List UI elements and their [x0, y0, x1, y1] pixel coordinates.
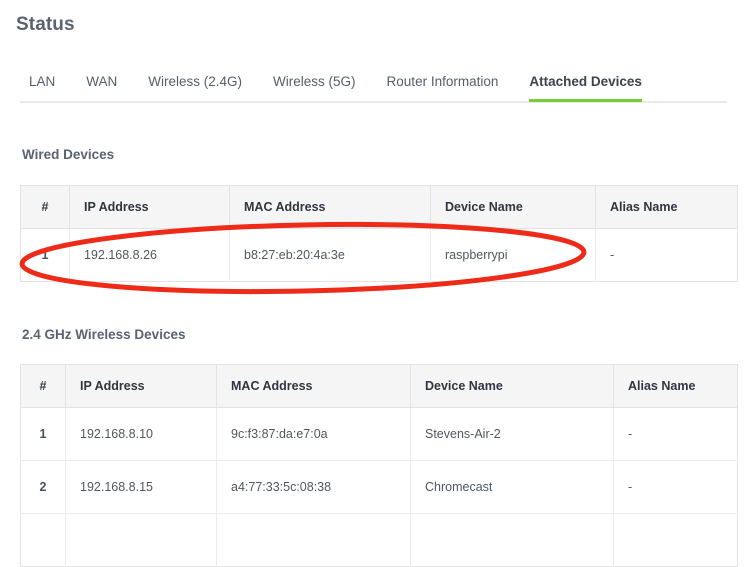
tab-wireless-24g[interactable]: Wireless (2.4G): [148, 72, 242, 102]
table-header: # IP Address MAC Address Device Name Ali…: [20, 185, 738, 229]
cell-device-name: [410, 513, 614, 567]
section-heading-24ghz-wireless-devices: 2.4 GHz Wireless Devices: [22, 327, 186, 342]
tab-attached-devices[interactable]: Attached Devices: [529, 72, 642, 102]
cell-number: 1: [20, 407, 66, 461]
column-header-mac-address: MAC Address: [229, 185, 431, 229]
cell-ip-address: 192.168.8.10: [65, 407, 217, 461]
cell-device-name: Chromecast: [410, 460, 614, 514]
page-title: Status: [16, 14, 75, 35]
column-header-device-name: Device Name: [430, 185, 596, 229]
column-header-number: #: [20, 364, 66, 408]
tab-wan[interactable]: WAN: [86, 72, 117, 102]
table-row[interactable]: [20, 513, 738, 567]
status-tabbar: LAN WAN Wireless (2.4G) Wireless (5G) Ro…: [20, 72, 727, 103]
cell-number: 1: [20, 228, 70, 282]
wireless-24ghz-devices-table: # IP Address MAC Address Device Name Ali…: [20, 364, 738, 567]
wired-devices-table: # IP Address MAC Address Device Name Ali…: [20, 185, 738, 282]
cell-alias-name: -: [595, 228, 738, 282]
table-row[interactable]: 1 192.168.8.26 b8:27:eb:20:4a:3e raspber…: [20, 228, 738, 282]
table-header-row: # IP Address MAC Address Device Name Ali…: [20, 185, 738, 229]
table-body: 1 192.168.8.26 b8:27:eb:20:4a:3e raspber…: [20, 228, 738, 282]
table-header: # IP Address MAC Address Device Name Ali…: [20, 364, 738, 408]
column-header-alias-name: Alias Name: [613, 364, 738, 408]
cell-number: [20, 513, 66, 567]
tab-wireless-5g[interactable]: Wireless (5G): [273, 72, 356, 102]
column-header-ip-address: IP Address: [65, 364, 217, 408]
cell-alias-name: -: [613, 460, 738, 514]
cell-mac-address: a4:77:33:5c:08:38: [216, 460, 411, 514]
column-header-number: #: [20, 185, 70, 229]
cell-ip-address: [65, 513, 217, 567]
column-header-alias-name: Alias Name: [595, 185, 738, 229]
table-body: 1 192.168.8.10 9c:f3:87:da:e7:0a Stevens…: [20, 407, 738, 567]
status-page: Status LAN WAN Wireless (2.4G) Wireless …: [0, 0, 747, 567]
cell-alias-name: -: [613, 407, 738, 461]
cell-mac-address: b8:27:eb:20:4a:3e: [229, 228, 431, 282]
column-header-ip-address: IP Address: [69, 185, 230, 229]
table-header-row: # IP Address MAC Address Device Name Ali…: [20, 364, 738, 408]
section-heading-wired-devices: Wired Devices: [22, 147, 115, 162]
tab-lan[interactable]: LAN: [29, 72, 55, 102]
tab-router-information[interactable]: Router Information: [387, 72, 499, 102]
cell-ip-address: 192.168.8.15: [65, 460, 217, 514]
cell-device-name: Stevens-Air-2: [410, 407, 614, 461]
table-row[interactable]: 2 192.168.8.15 a4:77:33:5c:08:38 Chromec…: [20, 460, 738, 514]
cell-mac-address: 9c:f3:87:da:e7:0a: [216, 407, 411, 461]
column-header-mac-address: MAC Address: [216, 364, 411, 408]
cell-alias-name: [613, 513, 738, 567]
cell-ip-address: 192.168.8.26: [69, 228, 230, 282]
cell-device-name: raspberrypi: [430, 228, 596, 282]
table-row[interactable]: 1 192.168.8.10 9c:f3:87:da:e7:0a Stevens…: [20, 407, 738, 461]
cell-number: 2: [20, 460, 66, 514]
column-header-device-name: Device Name: [410, 364, 614, 408]
cell-mac-address: [216, 513, 411, 567]
